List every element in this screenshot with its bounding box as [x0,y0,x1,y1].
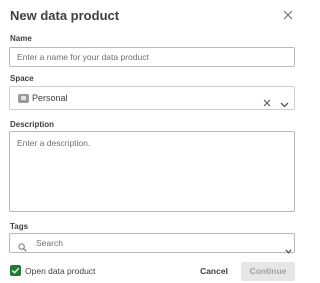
close-icon[interactable] [282,9,294,21]
description-label: Description [10,120,55,129]
name-placeholder: Enter a name for your data product [17,52,149,62]
search-icon [18,239,27,252]
name-label: Name [10,34,32,43]
tags-placeholder: Search [36,238,63,248]
cancel-button[interactable]: Cancel [194,262,234,280]
tags-label: Tags [10,222,29,231]
new-data-product-dialog: New data product Name Enter a name for y… [0,0,300,283]
space-icon [18,94,29,103]
description-placeholder: Enter a description. [17,138,91,148]
open-data-product-checkbox[interactable] [10,265,21,276]
space-label: Space [10,74,34,83]
chevron-down-icon[interactable] [285,241,292,254]
space-select[interactable]: Personal [9,86,295,110]
name-input[interactable]: Enter a name for your data product [9,47,295,67]
description-textarea[interactable]: Enter a description. [9,131,295,212]
clear-icon[interactable] [263,94,271,107]
open-data-product-label: Open data product [25,266,96,276]
tags-search-input[interactable]: Search [9,233,295,254]
space-value: Personal [32,93,68,103]
chevron-down-icon[interactable] [280,95,289,108]
dialog-title: New data product [10,8,120,23]
continue-button[interactable]: Continue [241,262,295,281]
